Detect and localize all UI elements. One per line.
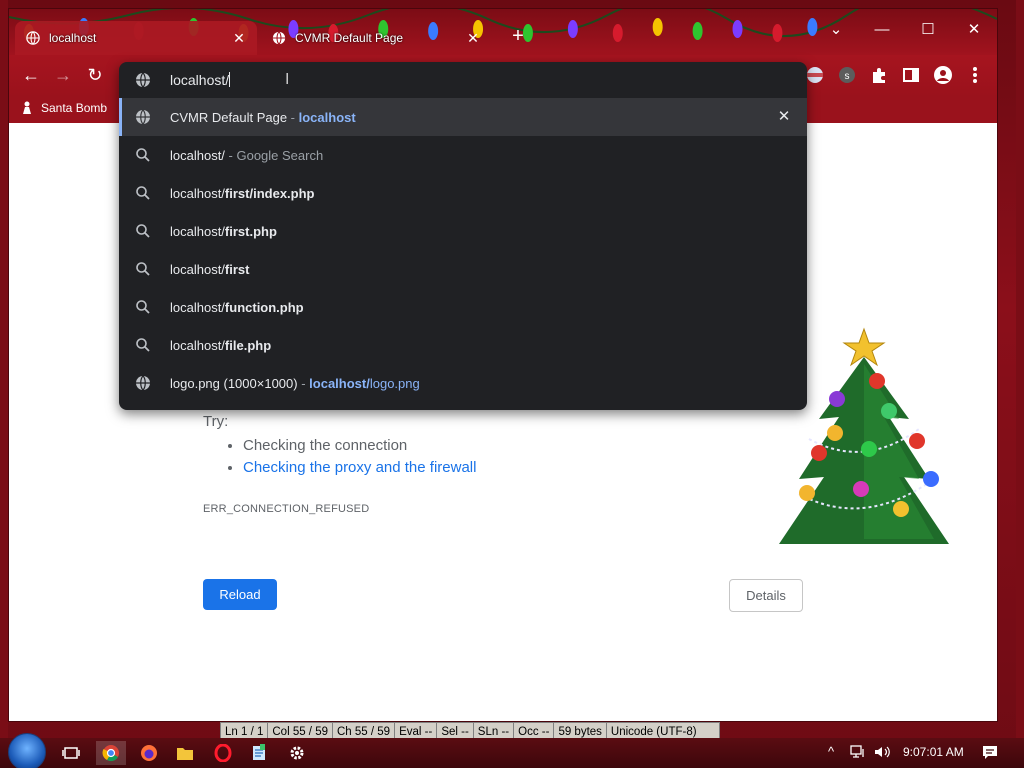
back-button[interactable]: ←: [17, 61, 45, 89]
details-button[interactable]: Details: [729, 579, 803, 612]
tab-title: CVMR Default Page: [295, 31, 404, 45]
volume-icon[interactable]: [874, 745, 892, 762]
suggestion-google-search[interactable]: localhost/ - Google Search: [119, 136, 807, 174]
tab-search-chevron-icon[interactable]: ⌄: [813, 15, 859, 45]
suggestion-logo-png[interactable]: logo.png (1000×1000) - localhost/logo.pn…: [119, 364, 807, 402]
suggestion-text: localhost/file.php: [170, 338, 272, 353]
close-tab-icon[interactable]: ✕: [465, 30, 481, 46]
desktop-left-edge: [0, 0, 8, 768]
close-window-button[interactable]: ✕: [951, 15, 997, 45]
puzzle-icon[interactable]: [869, 65, 889, 85]
suggestion-text: logo.png (1000×1000) - localhost/logo.pn…: [170, 376, 420, 391]
suggestion-cvmr-default-page[interactable]: CVMR Default Page - localhost ✕: [119, 98, 807, 136]
suggestion-text: localhost/ - Google Search: [170, 148, 324, 163]
suggestion-text: localhost/first: [170, 262, 250, 277]
try-label: Try:: [203, 413, 229, 430]
chrome-icon[interactable]: [96, 741, 126, 765]
bookmark-label: Santa Bomb: [41, 101, 108, 115]
s-extension-icon[interactable]: s: [837, 65, 857, 85]
search-icon: [136, 186, 150, 200]
text-caret: [229, 72, 231, 87]
remove-suggestion-icon[interactable]: ✕: [775, 108, 793, 126]
task-view-icon[interactable]: [56, 741, 86, 765]
close-tab-icon[interactable]: ✕: [231, 30, 247, 46]
person-icon: [23, 101, 31, 114]
search-icon: [136, 224, 150, 238]
opera-icon[interactable]: [208, 741, 238, 765]
reload-button[interactable]: ↻: [81, 61, 109, 89]
troubleshooting-list: Checking the connection Checking the pro…: [243, 437, 476, 481]
notepad-icon[interactable]: [244, 741, 274, 765]
error-code: ERR_CONNECTION_REFUSED: [203, 503, 370, 515]
tab-cvmr-default-page[interactable]: CVMR Default Page ✕: [261, 21, 491, 55]
suggestion-first-php[interactable]: localhost/first.php: [119, 212, 807, 250]
suggestion-text: localhost/function.php: [170, 300, 304, 315]
suggestion-first[interactable]: localhost/first: [119, 250, 807, 288]
tab-title: localhost: [49, 31, 97, 45]
list-item: Checking the connection: [243, 437, 476, 454]
globe-icon: [136, 375, 150, 391]
notifications-icon[interactable]: [982, 744, 998, 763]
network-icon[interactable]: [850, 745, 866, 762]
minimize-button[interactable]: —: [859, 15, 905, 45]
svg-text:s: s: [845, 71, 850, 82]
search-icon: [136, 262, 150, 276]
proxy-firewall-link[interactable]: Checking the proxy and the firewall: [243, 459, 476, 476]
search-icon: [136, 148, 150, 162]
start-button[interactable]: [8, 733, 46, 768]
flag-icon[interactable]: [805, 65, 825, 85]
globe-icon: [271, 30, 287, 46]
maximize-button[interactable]: ☐: [905, 15, 951, 45]
firefox-icon[interactable]: [134, 741, 164, 765]
search-icon: [136, 338, 150, 352]
suggestion-function-php[interactable]: localhost/function.php: [119, 288, 807, 326]
sidebar-icon[interactable]: [901, 65, 921, 85]
forward-button[interactable]: →: [49, 61, 77, 89]
suggestion-file-php[interactable]: localhost/file.php: [119, 326, 807, 364]
title-bar: localhost ✕ CVMR Default Page ✕ + ⌄ — ☐ …: [9, 9, 997, 55]
profile-icon[interactable]: [933, 65, 953, 85]
ibeam-cursor-icon: I: [285, 71, 290, 88]
chevron-up-icon[interactable]: ^: [828, 744, 834, 759]
system-clock: 9:07:01 AM: [903, 745, 964, 759]
new-tab-button[interactable]: +: [507, 25, 529, 47]
globe-icon: [136, 109, 150, 125]
tab-localhost[interactable]: localhost ✕: [15, 21, 257, 55]
omnibox-dropdown: localhost/ I CVMR Default Page - localho…: [119, 62, 807, 410]
globe-icon: [25, 30, 41, 46]
suggestion-text: localhost/first.php: [170, 224, 277, 239]
address-bar[interactable]: localhost/ I: [119, 62, 807, 98]
suggestion-text: localhost/first/index.php: [170, 186, 315, 201]
menu-icon[interactable]: [965, 65, 985, 85]
browser-window: localhost ✕ CVMR Default Page ✕ + ⌄ — ☐ …: [8, 8, 998, 722]
search-icon: [136, 300, 150, 314]
settings-icon[interactable]: [282, 741, 312, 765]
suggestion-first-index-php[interactable]: localhost/first/index.php: [119, 174, 807, 212]
globe-icon: [136, 72, 150, 88]
suggestion-text: CVMR Default Page - localhost: [170, 110, 356, 125]
reload-page-button[interactable]: Reload: [203, 579, 277, 610]
folder-icon[interactable]: [170, 741, 200, 765]
desktop-right-edge: [1016, 0, 1024, 768]
bookmark-santa-bomb[interactable]: Santa Bomb: [21, 101, 107, 115]
address-input[interactable]: localhost/: [170, 72, 231, 88]
